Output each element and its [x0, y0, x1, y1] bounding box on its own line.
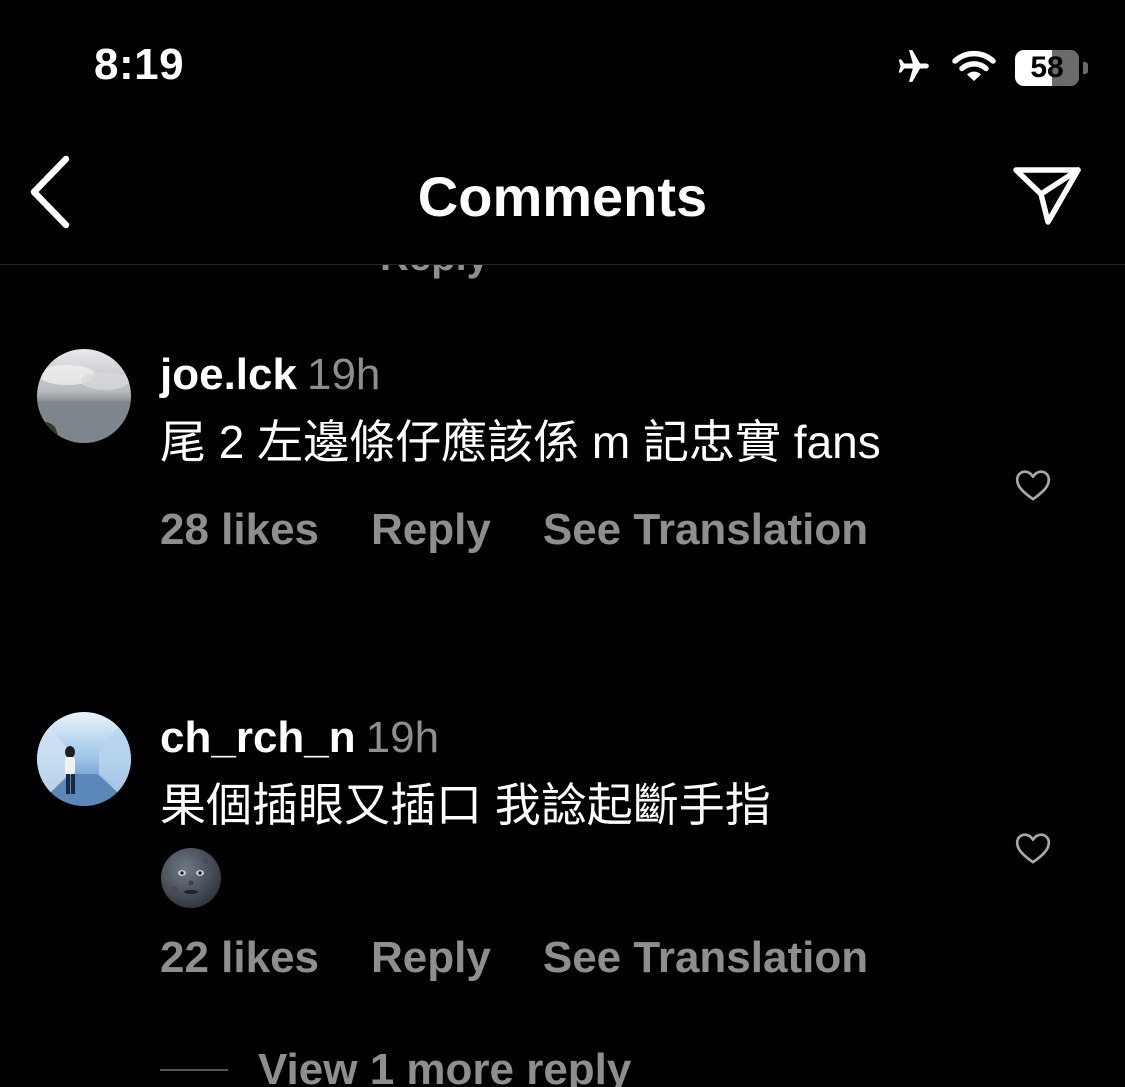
likes-count[interactable]: 28 likes: [160, 505, 319, 555]
comment-actions: 22 likes Reply See Translation: [160, 933, 920, 983]
comment-item: joe.lck 19h 尾 2 左邊條仔應該係 m 記忠實 fans 28 lik…: [0, 349, 1125, 649]
previous-reply-link[interactable]: Reply: [380, 265, 489, 280]
status-icons: 58: [889, 46, 1088, 91]
comment-header: joe.lck 19h: [160, 349, 920, 401]
status-time: 8:19: [94, 40, 185, 89]
comment-text-content: 果個插眼又插口 我諗起斷手指: [160, 779, 771, 831]
wifi-icon: [951, 48, 997, 89]
comment-body: ch_rch_n 19h 果個插眼又插口 我諗起斷手指 22 likes Rep…: [160, 712, 920, 983]
comments-screen: 8:19 58 Comments joe.lck 19h 尾 2 左邊條仔應該係…: [0, 0, 1125, 1087]
comment-header: ch_rch_n 19h: [160, 712, 920, 764]
comment-text: 尾 2 左邊條仔應該係 m 記忠實 fans: [160, 416, 881, 468]
comment-actions: 28 likes Reply See Translation: [160, 505, 920, 555]
comments-list[interactable]: Reply: [0, 265, 1125, 1087]
comment-timestamp: 19h: [365, 713, 440, 762]
comment-username[interactable]: ch_rch_n: [160, 713, 356, 762]
view-more-replies-label: View 1 more reply: [258, 1045, 632, 1087]
airplane-mode-icon: [889, 46, 933, 91]
share-button[interactable]: [1007, 158, 1087, 238]
new-moon-face-emoji: [160, 847, 222, 909]
like-button[interactable]: [1013, 828, 1053, 868]
page-title: Comments: [417, 165, 708, 228]
header: Comments: [0, 130, 1125, 265]
reply-button[interactable]: Reply: [371, 505, 491, 555]
reply-button[interactable]: Reply: [371, 933, 491, 983]
paper-plane-icon: [1012, 164, 1082, 233]
view-more-replies[interactable]: View 1 more reply: [160, 1045, 631, 1087]
comment-timestamp: 19h: [306, 350, 381, 399]
battery-nub: [1083, 62, 1088, 74]
status-bar: 8:19 58: [0, 0, 1125, 130]
comment-text: 果個插眼又插口 我諗起斷手指: [160, 772, 920, 909]
comment-username[interactable]: joe.lck: [160, 350, 297, 399]
like-button[interactable]: [1013, 465, 1053, 505]
battery-icon: 58: [1015, 50, 1088, 86]
avatar[interactable]: [37, 349, 131, 443]
comment-item: ch_rch_n 19h 果個插眼又插口 我諗起斷手指 22 likes Rep…: [0, 712, 1125, 1022]
see-translation-button[interactable]: See Translation: [543, 933, 868, 983]
view-more-divider: [160, 1069, 228, 1071]
heart-icon: [1013, 470, 1053, 509]
comment-body: joe.lck 19h 尾 2 左邊條仔應該係 m 記忠實 fans 28 lik…: [160, 349, 920, 555]
heart-icon: [1013, 833, 1053, 872]
see-translation-button[interactable]: See Translation: [543, 505, 868, 555]
likes-count[interactable]: 22 likes: [160, 933, 319, 983]
battery-level: 58: [1030, 51, 1064, 84]
avatar[interactable]: [37, 712, 131, 806]
